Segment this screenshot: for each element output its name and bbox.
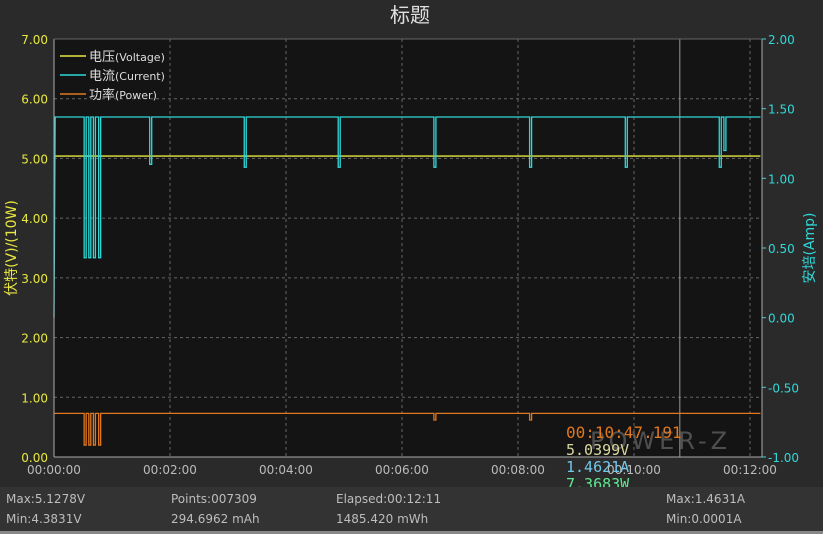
y-tick-label: 3.00 bbox=[21, 272, 48, 286]
capacity-mah: 294.6962 mAh bbox=[171, 512, 260, 526]
y-tick-label: 7.00 bbox=[21, 33, 48, 47]
cursor-voltage: 5.0399V bbox=[566, 441, 629, 459]
y2-tick-label: 0.00 bbox=[768, 312, 795, 326]
y-tick-label: 2.00 bbox=[21, 332, 48, 346]
y2-tick-label: 0.50 bbox=[768, 242, 795, 256]
y-tick-label: 6.00 bbox=[21, 93, 48, 107]
plot-area bbox=[54, 39, 762, 457]
y-tick-label: 5.00 bbox=[21, 152, 48, 166]
voltage-max: Max:5.1278V bbox=[6, 492, 86, 506]
x-tick-label: 00:02:00 bbox=[143, 463, 197, 477]
y-tick-label: 1.00 bbox=[21, 391, 48, 405]
x-tick-label: 00:06:00 bbox=[375, 463, 429, 477]
voltage-min: Min:4.3831V bbox=[6, 512, 82, 526]
y-tick-label: 4.00 bbox=[21, 212, 48, 226]
y2-tick-label: -0.50 bbox=[768, 381, 799, 395]
x-tick-label: 00:12:00 bbox=[723, 463, 777, 477]
cursor-time: 00:10:47.191 bbox=[566, 423, 682, 442]
chart: 标题 0.001.002.003.004.005.006.007.00-1.00… bbox=[0, 0, 823, 487]
legend-entry: 电流(Current) bbox=[89, 69, 165, 84]
stats-bar: Max:5.1278V Min:4.3831V Points:007309 29… bbox=[0, 487, 823, 532]
x-tick-label: 00:00:00 bbox=[27, 463, 81, 477]
current-min: Min:0.0001A bbox=[666, 512, 742, 526]
points: Points:007309 bbox=[171, 492, 257, 506]
legend-entry: 电压(Voltage) bbox=[89, 50, 165, 65]
energy-mwh: 1485.420 mWh bbox=[336, 512, 429, 526]
cursor-power: 7.3683W bbox=[566, 475, 630, 487]
elapsed: Elapsed:00:12:11 bbox=[336, 492, 442, 506]
x-tick-label: 00:04:00 bbox=[259, 463, 313, 477]
x-tick-label: 00:08:00 bbox=[491, 463, 545, 477]
y2-axis-label: 安培(Amp) bbox=[802, 212, 818, 283]
chart-title: 标题 bbox=[390, 3, 430, 27]
y2-tick-label: 1.50 bbox=[768, 103, 795, 117]
y2-tick-label: 1.00 bbox=[768, 172, 795, 186]
legend-entry: 功率(Power) bbox=[89, 87, 157, 103]
y-axis-label: 伏特(V)/(10W) bbox=[4, 200, 20, 296]
current-max: Max:1.4631A bbox=[666, 492, 746, 506]
y2-tick-label: 2.00 bbox=[768, 33, 795, 47]
cursor-current: 1.4621A bbox=[566, 458, 629, 476]
